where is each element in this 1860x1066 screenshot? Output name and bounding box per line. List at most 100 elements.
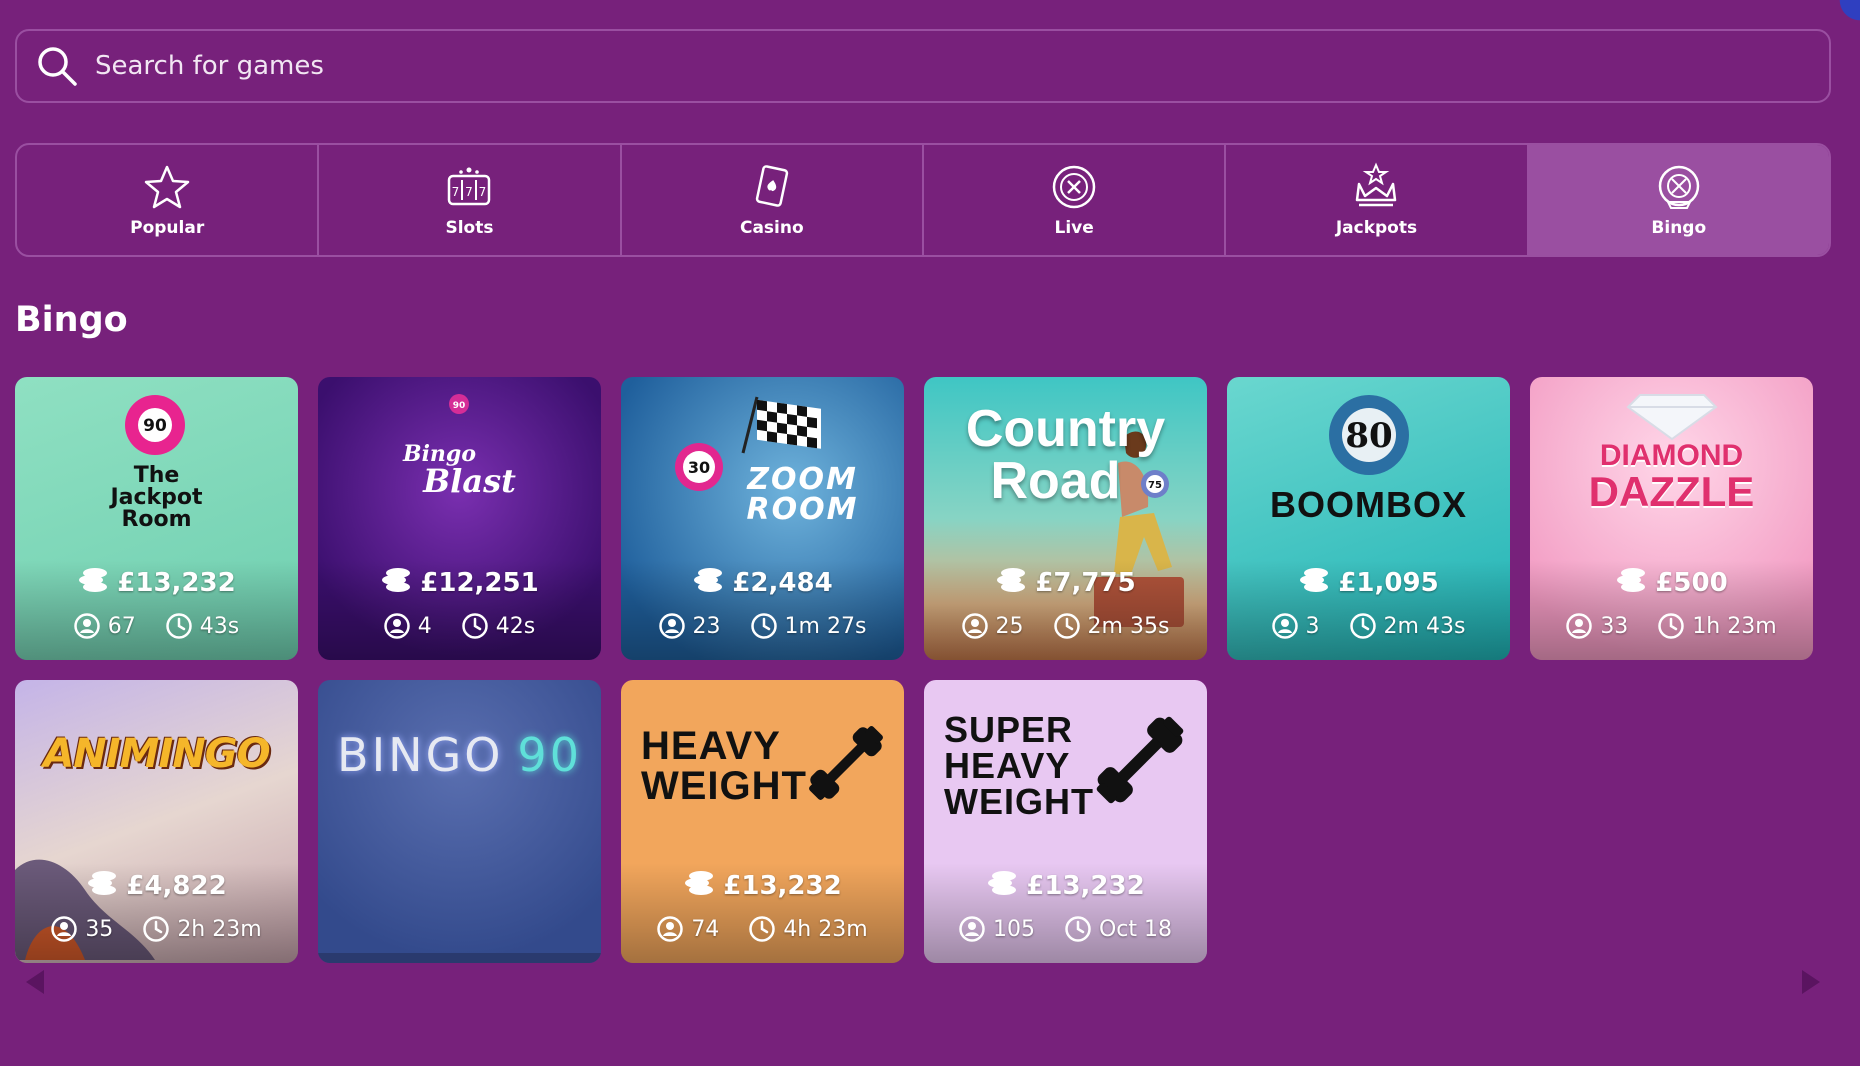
section-title: Bingo xyxy=(15,300,128,340)
game-stats: 74 4h 23m xyxy=(621,916,904,942)
player-count: 67 xyxy=(107,613,136,639)
crown-icon xyxy=(1356,162,1397,207)
game-tile-jackpot-room[interactable]: 90 The Jackpot Room £13,232 67 43s xyxy=(15,377,298,660)
jackpot-value: £2,484 xyxy=(732,567,833,598)
bingo-ball-icon xyxy=(1658,165,1700,209)
title-line: SUPER xyxy=(944,709,1074,750)
player-count: 23 xyxy=(692,613,721,639)
game-tile-animingo[interactable]: ANIMINGO £4,822 35 2h 23m xyxy=(15,680,298,963)
ball-number: 90 xyxy=(453,401,466,411)
game-art xyxy=(318,680,601,963)
game-tile-bingo-90[interactable]: BINGO 90 xyxy=(318,680,601,963)
player-icon xyxy=(384,613,410,639)
countdown: 2m 43s xyxy=(1383,613,1466,639)
player-count: 25 xyxy=(995,613,1024,639)
game-title: Bingo Blast xyxy=(318,443,601,497)
game-title: ANIMINGO xyxy=(15,734,298,774)
svg-text:7: 7 xyxy=(452,185,460,199)
title-line: DAZZLE xyxy=(1588,468,1755,515)
countdown: 43s xyxy=(199,613,240,639)
game-stats: 105 Oct 18 xyxy=(924,916,1207,942)
countdown: 4h 23m xyxy=(783,916,868,942)
checkered-flag-icon xyxy=(741,396,821,454)
game-tile-heavy-weight[interactable]: HEAVY WEIGHT £13,232 74 4h 23m xyxy=(621,680,904,963)
clock-icon xyxy=(1065,916,1091,942)
player-icon xyxy=(51,916,78,942)
tab-bingo[interactable]: Bingo xyxy=(1528,145,1829,255)
search-bar[interactable] xyxy=(15,29,1831,103)
search-input[interactable] xyxy=(93,50,1829,82)
countdown: Oct 18 xyxy=(1098,916,1173,942)
game-tile-super-heavy-weight[interactable]: SUPER HEAVY WEIGHT £13,232 105 Oct 18 xyxy=(924,680,1207,963)
bingo-ball-logo: 90 xyxy=(449,394,469,414)
svg-text:7: 7 xyxy=(466,185,474,199)
jackpot-amount: £1,095 xyxy=(1227,565,1510,600)
game-tile-boombox[interactable]: 80 BOOMBOX £1,095 3 2m 43s xyxy=(1227,377,1510,660)
ball-number: 75 xyxy=(1148,480,1162,491)
jackpot-amount: £13,232 xyxy=(924,868,1207,903)
game-tile-zoom-room[interactable]: 30 ZOOM ROOM £2,484 23 1m 27s xyxy=(621,377,904,660)
player-count: 4 xyxy=(417,613,432,639)
clock-icon xyxy=(1053,613,1080,639)
coins-icon xyxy=(685,871,714,895)
player-count: 35 xyxy=(85,916,114,942)
player-count: 74 xyxy=(691,916,720,942)
category-tabs: Popular 7 7 7 Slots Casino Live Jackpots… xyxy=(15,143,1831,257)
game-title: HEAVY WEIGHT xyxy=(641,726,807,806)
tab-label: Popular xyxy=(130,218,205,238)
jackpot-amount: £13,232 xyxy=(621,868,904,903)
jackpot-amount: £4,822 xyxy=(15,868,298,903)
bingo-ball-logo: 80 xyxy=(1329,395,1409,475)
clock-icon xyxy=(749,916,776,942)
coins-icon xyxy=(1617,568,1646,592)
jackpot-amount: £7,775 xyxy=(924,565,1207,600)
coins-icon xyxy=(694,568,723,592)
dumbbell-icon xyxy=(1096,716,1184,804)
coins-icon xyxy=(1300,568,1329,592)
title-line: ANIMINGO xyxy=(43,731,270,777)
roulette-icon xyxy=(1052,165,1096,209)
tab-label: Casino xyxy=(739,218,804,238)
coins-icon xyxy=(997,568,1026,592)
diamond-icon xyxy=(1626,394,1718,441)
game-title: ZOOM ROOM xyxy=(701,465,904,525)
clock-icon xyxy=(166,613,192,639)
tab-jackpots[interactable]: Jackpots xyxy=(1226,145,1529,255)
game-tile-diamond-dazzle[interactable]: DIAMOND DAZZLE £500 33 1h 23m xyxy=(1530,377,1813,660)
carousel-prev-icon[interactable] xyxy=(26,970,44,994)
game-stats: 35 2h 23m xyxy=(15,916,298,942)
jackpot-amount: £12,251 xyxy=(318,565,601,600)
search-icon xyxy=(38,47,77,86)
game-tile-bingo-blast[interactable]: 90 Bingo Blast £12,251 4 42s xyxy=(318,377,601,660)
title-line: WEIGHT xyxy=(641,764,807,808)
tab-label: Slots xyxy=(445,218,494,238)
title-line: BOOMBOX xyxy=(1269,484,1467,525)
tab-popular[interactable]: Popular xyxy=(17,145,320,255)
game-stats: 25 2m 35s xyxy=(924,613,1207,639)
player-icon xyxy=(959,916,985,942)
title-line: HEAVY xyxy=(641,724,781,768)
tab-slots[interactable]: 7 7 7 Slots xyxy=(319,145,622,255)
tab-live[interactable]: Live xyxy=(924,145,1227,255)
title-line: ZOOM xyxy=(747,462,858,497)
countdown: 42s xyxy=(495,613,536,639)
carousel-next-icon[interactable] xyxy=(1802,970,1820,994)
game-stats: 3 2m 43s xyxy=(1227,613,1510,639)
coins-icon xyxy=(79,568,108,592)
tab-casino[interactable]: Casino xyxy=(622,145,924,255)
title-line: Blast xyxy=(423,462,516,500)
dumbbell-icon xyxy=(809,726,883,800)
game-stats: 23 1m 27s xyxy=(621,613,904,639)
tab-label: Live xyxy=(1054,218,1094,238)
clock-icon xyxy=(1658,613,1685,639)
tile-footer-strip xyxy=(318,953,601,963)
title-line: ROOM xyxy=(746,492,859,527)
game-title: BOOMBOX xyxy=(1227,487,1510,523)
game-tile-country-road[interactable]: Country Road 75 £7,775 25 2m 35s xyxy=(924,377,1207,660)
player-icon xyxy=(657,916,684,942)
jackpot-value: £4,822 xyxy=(126,870,227,901)
player-icon xyxy=(961,613,988,639)
title-line: Jackpot xyxy=(110,485,203,510)
jackpot-amount: £2,484 xyxy=(621,565,904,600)
slot-machine-icon: 7 7 7 xyxy=(448,167,491,206)
